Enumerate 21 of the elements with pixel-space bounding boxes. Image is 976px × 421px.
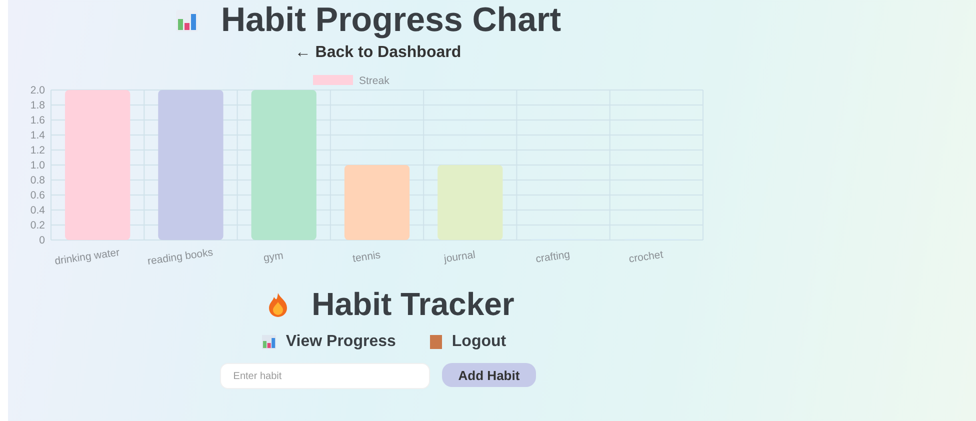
section-title-text: Habit Tracker <box>312 286 514 323</box>
y-tick-label: 0.2 <box>30 220 45 232</box>
x-axis-label: reading books <box>146 246 214 268</box>
x-axis-label: crafting <box>534 248 571 266</box>
x-axis-label: crochet <box>628 248 664 266</box>
y-tick-label: 1.2 <box>30 144 45 156</box>
x-axis-label: drinking water <box>54 246 120 268</box>
y-tick-label: 0 <box>39 234 45 246</box>
y-tick-label: 0.4 <box>30 204 45 216</box>
y-tick-label: 2.0 <box>30 84 45 96</box>
y-tick-label: 1.6 <box>30 114 45 126</box>
x-axis-label: journal <box>443 248 476 266</box>
legend-label: Streak <box>359 75 390 87</box>
x-axis-label: tennis <box>352 249 382 265</box>
y-tick-label: 1.0 <box>30 160 45 172</box>
title-text: Habit Progress Chart <box>220 2 562 38</box>
y-tick-label: 0.6 <box>30 190 45 202</box>
y-tick-label: 1.8 <box>30 100 45 112</box>
x-axis-label: gym <box>262 250 284 264</box>
y-tick-label: 1.4 <box>30 130 45 142</box>
y-tick-label: 0.8 <box>30 174 45 186</box>
